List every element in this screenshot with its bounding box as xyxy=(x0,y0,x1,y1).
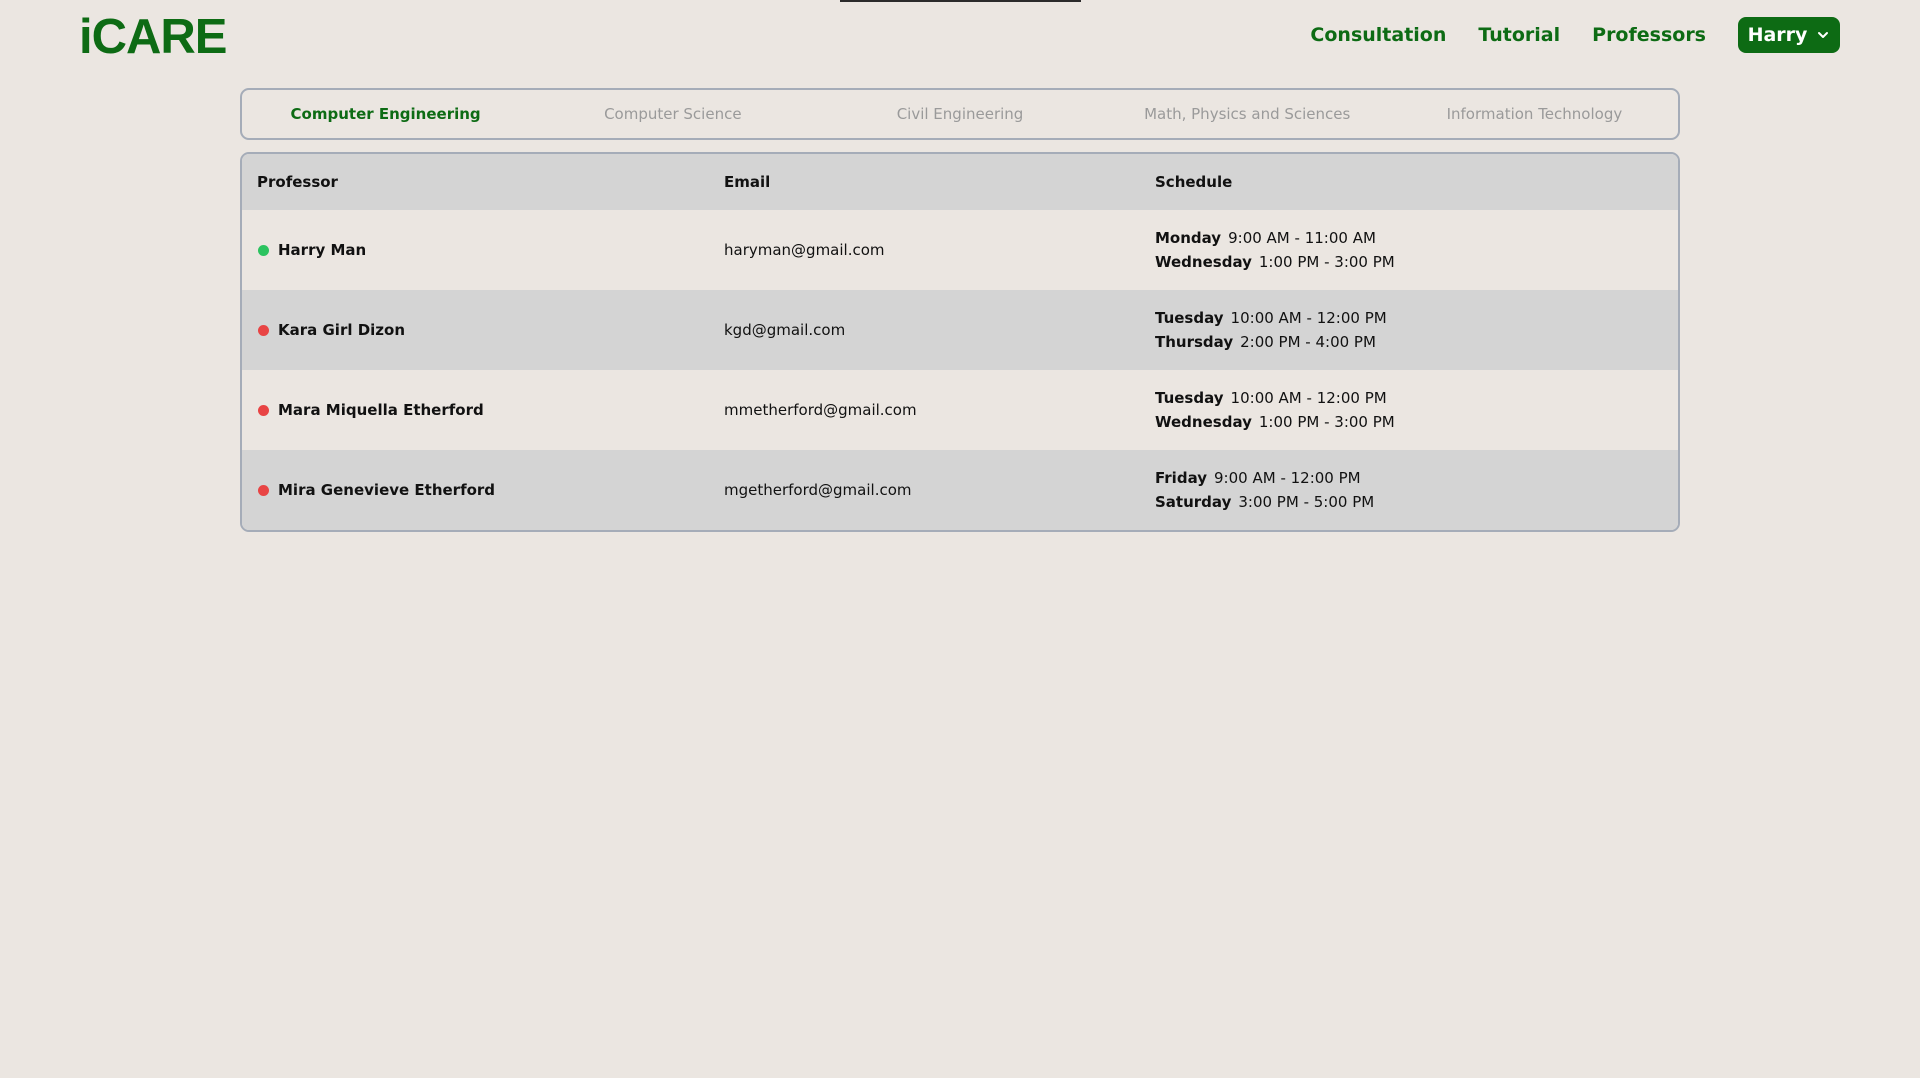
schedule-entry: Wednesday 1:00 PM - 3:00 PM xyxy=(1155,250,1678,274)
column-header-professor: Professor xyxy=(257,173,338,191)
app-logo[interactable]: iCARE xyxy=(79,10,227,64)
professor-name: Kara Girl Dizon xyxy=(278,321,406,339)
schedule-day: Monday xyxy=(1155,229,1222,247)
tab-computer-science[interactable]: Computer Science xyxy=(529,90,816,138)
schedule-time: 9:00 AM - 11:00 AM xyxy=(1228,229,1376,247)
main-nav: Consultation Tutorial Professors Harry xyxy=(1278,17,1920,53)
professor-schedule: Tuesday 10:00 AM - 12:00 PM Wednesday 1:00… xyxy=(1155,386,1678,434)
professor-email: mgetherford@gmail.com xyxy=(724,481,912,499)
user-name: Harry xyxy=(1747,24,1808,46)
nav-link-professors[interactable]: Professors xyxy=(1592,17,1706,53)
professor-email: kgd@gmail.com xyxy=(724,321,846,339)
schedule-entry: Wednesday 1:00 PM - 3:00 PM xyxy=(1155,410,1678,434)
professors-table: Professor Email Schedule Harry Man harym… xyxy=(240,152,1680,532)
schedule-entry: Thursday 2:00 PM - 4:00 PM xyxy=(1155,330,1678,354)
professor-schedule: Friday 9:00 AM - 12:00 PM Saturday 3:00 PM… xyxy=(1155,466,1678,514)
tab-civil-engineering[interactable]: Civil Engineering xyxy=(816,90,1103,138)
schedule-day: Saturday xyxy=(1155,493,1232,511)
professor-email: mmetherford@gmail.com xyxy=(724,401,917,419)
schedule-entry: Tuesday 10:00 AM - 12:00 PM xyxy=(1155,386,1678,410)
schedule-entry: Friday 9:00 AM - 12:00 PM xyxy=(1155,466,1678,490)
nav-link-tutorial[interactable]: Tutorial xyxy=(1478,17,1560,53)
professor-email: haryman@gmail.com xyxy=(724,241,885,259)
chevron-down-icon xyxy=(1816,28,1830,42)
schedule-day: Thursday xyxy=(1155,333,1234,351)
schedule-entry: Tuesday 10:00 AM - 12:00 PM xyxy=(1155,306,1678,330)
professor-schedule: Monday 9:00 AM - 11:00 AM Wednesday 1:00 P… xyxy=(1155,226,1678,274)
schedule-entry: Monday 9:00 AM - 11:00 AM xyxy=(1155,226,1678,250)
table-row: Kara Girl Dizon kgd@gmail.com Tuesday 10:… xyxy=(242,290,1678,370)
schedule-time: 10:00 AM - 12:00 PM xyxy=(1230,309,1387,327)
table-row: Mira Genevieve Etherford mgetherford@gma… xyxy=(242,450,1678,530)
department-tabs: Computer Engineering Computer Science Ci… xyxy=(240,88,1680,140)
table-row: Mara Miquella Etherford mmetherford@gmai… xyxy=(242,370,1678,450)
column-header-email: Email xyxy=(724,173,771,191)
schedule-entry: Saturday 3:00 PM - 5:00 PM xyxy=(1155,490,1678,514)
tab-math-physics-sciences[interactable]: Math, Physics and Sciences xyxy=(1104,90,1391,138)
schedule-day: Wednesday xyxy=(1155,413,1252,431)
professor-name: Mira Genevieve Etherford xyxy=(278,481,496,499)
nav-link-consultation[interactable]: Consultation xyxy=(1310,17,1446,53)
schedule-time: 9:00 AM - 12:00 PM xyxy=(1214,469,1361,487)
schedule-day: Tuesday xyxy=(1155,389,1224,407)
schedule-day: Wednesday xyxy=(1155,253,1252,271)
tab-computer-engineering[interactable]: Computer Engineering xyxy=(242,90,529,138)
status-dot xyxy=(258,324,269,336)
schedule-time: 1:00 PM - 3:00 PM xyxy=(1258,253,1395,271)
schedule-time: 1:00 PM - 3:00 PM xyxy=(1258,413,1395,431)
status-dot xyxy=(258,404,269,416)
user-menu-button[interactable]: Harry xyxy=(1738,17,1840,53)
schedule-time: 2:00 PM - 4:00 PM xyxy=(1240,333,1376,351)
header: iCARE Consultation Tutorial Professors H… xyxy=(0,0,1920,80)
schedule-day: Tuesday xyxy=(1155,309,1224,327)
status-dot xyxy=(258,244,269,256)
professor-schedule: Tuesday 10:00 AM - 12:00 PM Thursday 2:00 … xyxy=(1155,306,1678,354)
column-header-schedule: Schedule xyxy=(1155,173,1233,191)
schedule-time: 10:00 AM - 12:00 PM xyxy=(1230,389,1387,407)
table-row: Harry Man haryman@gmail.com Monday 9:00 A… xyxy=(242,210,1678,290)
schedule-time: 3:00 PM - 5:00 PM xyxy=(1238,493,1375,511)
tab-information-technology[interactable]: Information Technology xyxy=(1391,90,1678,138)
table-header: Professor Email Schedule xyxy=(242,154,1678,210)
professor-name: Harry Man xyxy=(278,241,367,259)
status-dot xyxy=(258,484,269,496)
professor-name: Mara Miquella Etherford xyxy=(278,401,484,419)
schedule-day: Friday xyxy=(1155,469,1208,487)
